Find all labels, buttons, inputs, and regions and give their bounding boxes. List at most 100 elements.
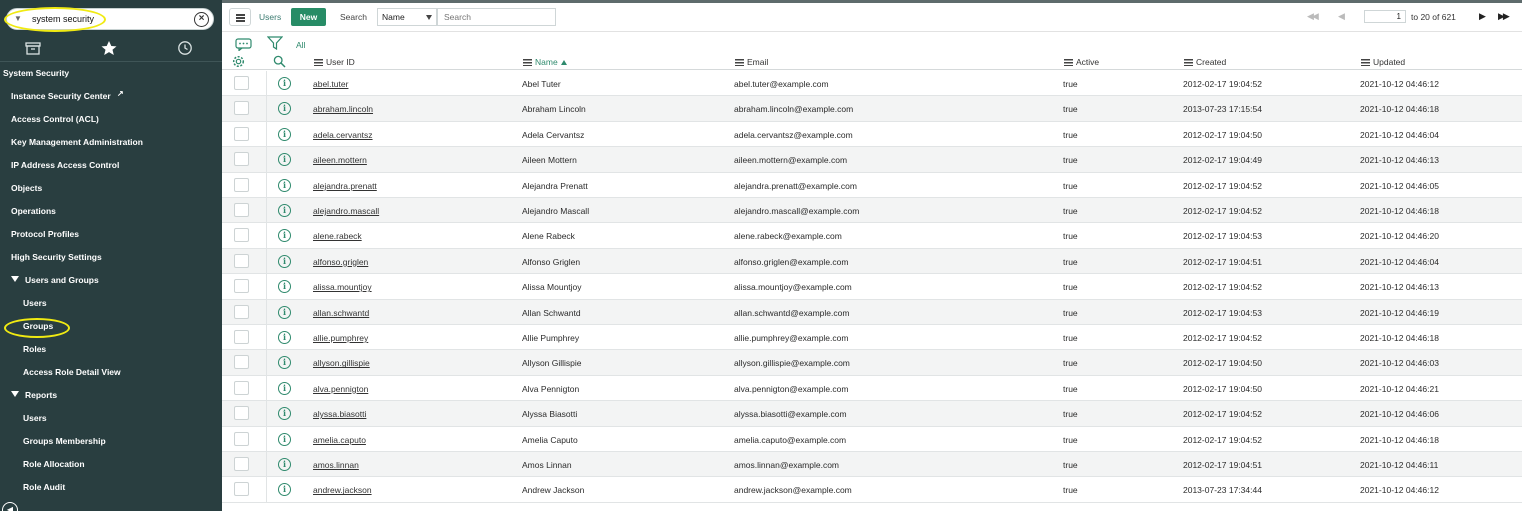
comment-icon[interactable]: [235, 38, 252, 53]
filter-icon[interactable]: [266, 36, 284, 52]
info-icon[interactable]: i: [278, 331, 291, 344]
table-row[interactable]: i alva.pennigton Alva Pennigton alva.pennig…: [222, 375, 1522, 402]
info-icon[interactable]: i: [278, 153, 291, 167]
column-menu-icon[interactable]: [1361, 59, 1370, 66]
table-row[interactable]: i allan.schwantd Allan Schwantd allan.schwa…: [222, 299, 1522, 325]
cell-user-id-link[interactable]: alejandra.prenatt: [313, 181, 377, 191]
row-select-checkbox[interactable]: [234, 482, 249, 497]
nav-reports[interactable]: Reports: [0, 384, 222, 407]
info-icon[interactable]: i: [278, 381, 291, 395]
search-input[interactable]: [437, 8, 556, 26]
table-row[interactable]: i alfonso.griglen Alfonso Griglen alfonso.g…: [222, 248, 1522, 275]
table-row[interactable]: i abraham.lincoln Abraham Lincoln abraham.l…: [222, 96, 1522, 122]
cell-user-id-link[interactable]: adela.cervantsz: [313, 130, 373, 140]
nav-key-management-administration[interactable]: Key Management Administration: [0, 131, 222, 154]
table-row[interactable]: i abel.tuter Abel Tuter abel.tuter@example.…: [222, 71, 1522, 97]
cell-user-id-link[interactable]: aileen.mottern: [313, 155, 367, 165]
table-row[interactable]: i alyssa.biasotti Alyssa Biasotti alyssa.bi…: [222, 401, 1522, 427]
cell-user-id-link[interactable]: amos.linnan: [313, 460, 359, 470]
row-select-checkbox[interactable]: [234, 330, 249, 344]
info-icon[interactable]: i: [278, 178, 291, 192]
table-row[interactable]: i alejandro.mascall Alejandro Mascall aleja…: [222, 198, 1522, 224]
nav-high-security-settings[interactable]: High Security Settings: [0, 246, 222, 269]
cell-user-id-link[interactable]: andrew.jackson: [313, 485, 372, 495]
info-icon[interactable]: i: [278, 483, 291, 497]
search-icon[interactable]: [273, 55, 286, 70]
column-menu-icon[interactable]: [1064, 59, 1073, 66]
tab-history[interactable]: [176, 40, 194, 56]
row-select-checkbox[interactable]: [234, 126, 249, 141]
nav-groups-membership[interactable]: Groups Membership: [0, 430, 222, 453]
column-header-user-id[interactable]: User ID: [314, 57, 355, 67]
info-icon[interactable]: i: [278, 204, 291, 217]
info-icon[interactable]: i: [278, 356, 291, 370]
row-select-checkbox[interactable]: [234, 431, 249, 446]
last-page-icon[interactable]: ▶▶: [1498, 11, 1510, 22]
row-select-checkbox[interactable]: [234, 253, 249, 268]
cell-user-id-link[interactable]: allan.schwantd: [313, 308, 369, 318]
tab-all-applications[interactable]: [24, 40, 42, 56]
new-button[interactable]: New: [291, 8, 326, 26]
nav-instance-security-center[interactable]: Instance Security Center ↗: [0, 85, 222, 108]
cell-user-id-link[interactable]: allie.pumphrey: [313, 333, 368, 343]
info-icon[interactable]: i: [278, 127, 291, 141]
row-select-checkbox[interactable]: [234, 457, 249, 471]
table-row[interactable]: i adela.cervantsz Adela Cervantsz adela.cer…: [222, 121, 1522, 148]
column-header-active[interactable]: Active: [1064, 57, 1099, 67]
nav-users-and-groups[interactable]: Users and Groups: [0, 269, 222, 292]
row-select-checkbox[interactable]: [234, 380, 249, 395]
info-icon[interactable]: i: [278, 280, 291, 294]
info-icon[interactable]: i: [278, 432, 291, 446]
nav-roles[interactable]: Roles: [0, 338, 222, 361]
info-icon[interactable]: i: [278, 458, 291, 471]
table-row[interactable]: i allie.pumphrey Allie Pumphrey allie.pumph…: [222, 325, 1522, 351]
info-icon[interactable]: i: [278, 229, 291, 243]
info-icon[interactable]: i: [278, 77, 291, 90]
nav-objects[interactable]: Objects: [0, 177, 222, 200]
row-select-checkbox[interactable]: [234, 355, 249, 370]
column-menu-icon[interactable]: [1184, 59, 1193, 66]
nav-ip-address-access-control[interactable]: IP Address Access Control: [0, 154, 222, 177]
cell-user-id-link[interactable]: alyssa.biasotti: [313, 409, 366, 419]
nav-reports-users[interactable]: Users: [0, 407, 222, 430]
nav-groups[interactable]: Groups: [0, 315, 222, 338]
page-number-input[interactable]: 1: [1364, 10, 1406, 23]
row-select-checkbox[interactable]: [234, 406, 249, 421]
info-icon[interactable]: i: [278, 407, 291, 421]
nav-protocol-profiles[interactable]: Protocol Profiles: [0, 223, 222, 246]
nav-operations[interactable]: Operations: [0, 200, 222, 223]
column-header-updated[interactable]: Updated: [1361, 57, 1405, 67]
row-select-checkbox[interactable]: [234, 203, 249, 217]
nav-system-security[interactable]: System Security: [0, 62, 222, 85]
cell-user-id-link[interactable]: amelia.caputo: [313, 435, 366, 445]
nav-access-role-detail-view[interactable]: Access Role Detail View: [0, 361, 222, 384]
nav-role-audit[interactable]: Role Audit: [0, 476, 222, 499]
column-header-email[interactable]: Email: [735, 57, 768, 67]
cell-user-id-link[interactable]: alissa.mountjoy: [313, 282, 372, 292]
table-row[interactable]: i allyson.gillispie Allyson Gillispie allys…: [222, 350, 1522, 376]
breadcrumb-all[interactable]: All: [296, 40, 305, 50]
column-header-name[interactable]: Name: [523, 57, 567, 67]
nav-users[interactable]: Users: [0, 292, 222, 315]
row-select-checkbox[interactable]: [234, 101, 249, 116]
info-icon[interactable]: i: [278, 305, 291, 319]
nav-access-control-acl[interactable]: Access Control (ACL): [0, 108, 222, 131]
cell-user-id-link[interactable]: alfonso.griglen: [313, 257, 368, 267]
row-select-checkbox[interactable]: [234, 177, 249, 192]
navigator-filter-input[interactable]: ▼ system security ×: [6, 8, 214, 30]
row-select-checkbox[interactable]: [234, 152, 249, 167]
table-row[interactable]: i andrew.jackson Andrew Jackson andrew.jack…: [222, 477, 1522, 503]
column-menu-icon[interactable]: [523, 59, 532, 66]
table-row[interactable]: i alene.rabeck Alene Rabeck alene.rabeck@ex…: [222, 223, 1522, 249]
column-menu-icon[interactable]: [735, 59, 744, 66]
clear-filter-icon[interactable]: ×: [194, 12, 209, 27]
column-menu-icon[interactable]: [314, 59, 323, 66]
row-select-checkbox[interactable]: [234, 228, 249, 243]
table-row[interactable]: i amelia.caputo Amelia Caputo amelia.caputo…: [222, 426, 1522, 452]
cell-user-id-link[interactable]: alene.rabeck: [313, 231, 362, 241]
gear-icon[interactable]: [232, 55, 245, 70]
row-select-checkbox[interactable]: [234, 76, 249, 90]
next-page-icon[interactable]: ▶: [1479, 11, 1486, 22]
list-context-menu-button[interactable]: [229, 8, 251, 26]
cell-user-id-link[interactable]: allyson.gillispie: [313, 358, 370, 368]
